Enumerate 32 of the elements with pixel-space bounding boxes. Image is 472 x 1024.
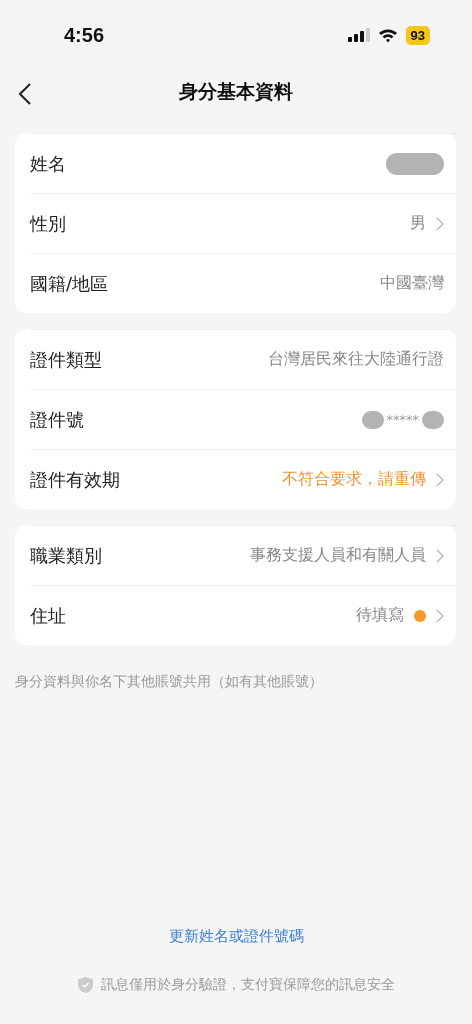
field-label: 姓名	[30, 151, 67, 176]
field-label: 性別	[30, 211, 67, 236]
update-link[interactable]: 更新姓名或證件號碼	[168, 927, 304, 946]
info-note: 身分資料與你名下其他賬號共用（如有其他賬號）	[15, 673, 324, 691]
field-value: 台灣居民來往大陸通行證	[268, 349, 444, 370]
redaction-blur	[386, 152, 444, 175]
field-label: 國籍/地區	[30, 271, 110, 296]
field-value: 待填寫	[356, 605, 404, 626]
field-label: 證件有效期	[30, 467, 121, 492]
field-label: 住址	[30, 603, 67, 628]
info-row[interactable]: 住址 待填寫	[30, 585, 456, 645]
redaction-blur	[361, 410, 384, 429]
field-label: 證件類型	[30, 347, 103, 372]
signal-icon	[347, 28, 370, 42]
status-time: 4:56	[64, 23, 106, 47]
field-label: 職業類別	[30, 543, 103, 568]
shield-icon	[77, 977, 93, 993]
field-value: *****	[386, 412, 419, 427]
field-value: 中國臺灣	[380, 273, 444, 294]
security-note: 訊息僅用於身分驗證，支付寶保障您的訊息安全	[100, 976, 395, 994]
field-value: 事務支援人員和有關人員	[250, 545, 426, 566]
field-value: 不符合要求，請重傳	[282, 469, 426, 490]
battery-level: 93	[405, 25, 430, 45]
field-value: 男	[410, 213, 426, 234]
info-row[interactable]: 職業類別 事務支援人員和有關人員	[30, 525, 456, 585]
info-row[interactable]: 性別 男	[30, 193, 456, 253]
field-label: 證件號	[30, 407, 85, 432]
info-row[interactable]: 證件有效期 不符合要求，請重傳	[30, 449, 456, 509]
back-icon	[18, 82, 32, 106]
page-title: 身分基本資料	[179, 79, 293, 104]
redaction-blur	[422, 410, 444, 429]
wifi-icon	[377, 27, 398, 43]
